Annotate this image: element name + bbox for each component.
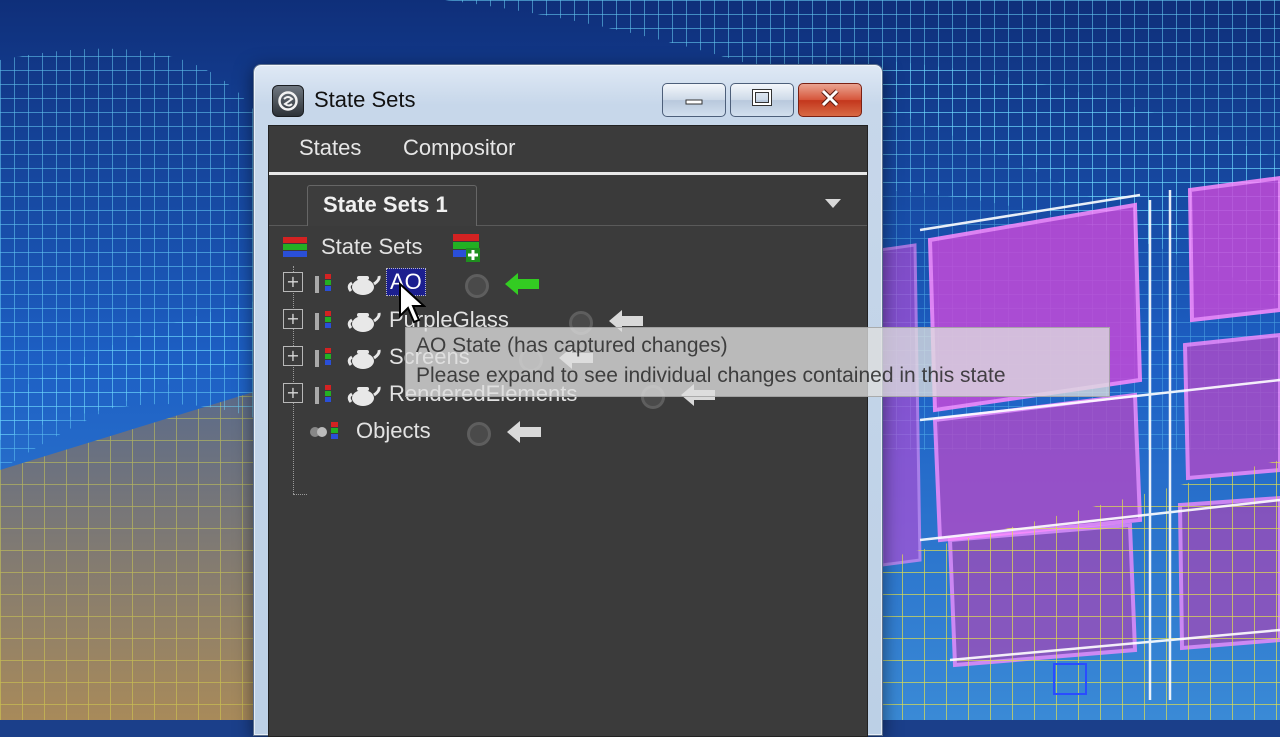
chevron-down-icon[interactable]	[825, 199, 841, 208]
state-sets-window: State Sets States Compositor State Sets	[253, 64, 883, 737]
mouse-cursor-icon	[398, 281, 427, 328]
tree-item-ao[interactable]: + AO	[283, 266, 843, 300]
expand-icon[interactable]: +	[283, 272, 303, 292]
window-title: State Sets	[314, 87, 416, 112]
active-state-arrow-icon	[505, 273, 539, 299]
menu-states[interactable]: States	[299, 135, 361, 161]
tree-root[interactable]: State Sets	[283, 230, 843, 264]
tab-state-sets-1[interactable]: State Sets 1	[307, 185, 477, 226]
tooltip: AO State (has captured changes) Please e…	[405, 327, 1110, 397]
close-button[interactable]	[798, 83, 862, 117]
tree-connector	[293, 494, 307, 495]
expand-icon[interactable]: +	[283, 309, 303, 329]
menu-bar: States Compositor	[269, 126, 867, 175]
expand-icon[interactable]: +	[283, 383, 303, 403]
tooltip-title: AO State (has captured changes)	[416, 334, 728, 357]
layer-bars-icon	[315, 310, 345, 336]
expand-icon[interactable]: +	[283, 346, 303, 366]
add-state-icon[interactable]	[453, 232, 483, 266]
tree-root-label: State Sets	[321, 234, 423, 259]
layer-bars-icon	[315, 347, 345, 373]
minimize-button[interactable]	[662, 83, 726, 117]
teapot-icon	[347, 307, 381, 339]
3dsmax-logo-icon[interactable]	[272, 85, 304, 117]
maximize-icon	[751, 89, 773, 111]
teapot-icon	[347, 344, 381, 376]
layer-bars-icon	[315, 273, 345, 299]
tooltip-body: Please expand to see individual changes …	[416, 364, 1006, 387]
title-bar[interactable]: State Sets	[254, 65, 882, 123]
menu-compositor[interactable]: Compositor	[403, 135, 515, 161]
tab-label: State Sets 1	[323, 192, 448, 217]
layer-bars-icon	[315, 384, 345, 410]
state-toggle[interactable]	[467, 422, 491, 446]
state-sets-icon	[283, 235, 307, 263]
inactive-state-arrow-icon	[507, 421, 541, 447]
tree-item-label: Objects	[356, 418, 431, 443]
close-icon	[819, 89, 841, 111]
teapot-icon	[347, 381, 381, 413]
tab-row: State Sets 1	[269, 175, 867, 226]
maximize-button[interactable]	[730, 83, 794, 117]
teapot-icon	[347, 270, 381, 302]
minimize-icon	[683, 91, 705, 110]
state-sets-panel: States Compositor State Sets 1 State Set…	[268, 125, 868, 737]
state-tree: State Sets + AO + PurpleGlass + + Object…	[269, 226, 867, 736]
objects-icon	[307, 421, 347, 447]
tree-item-objects[interactable]: Objects	[283, 414, 843, 448]
state-toggle[interactable]	[465, 274, 489, 298]
